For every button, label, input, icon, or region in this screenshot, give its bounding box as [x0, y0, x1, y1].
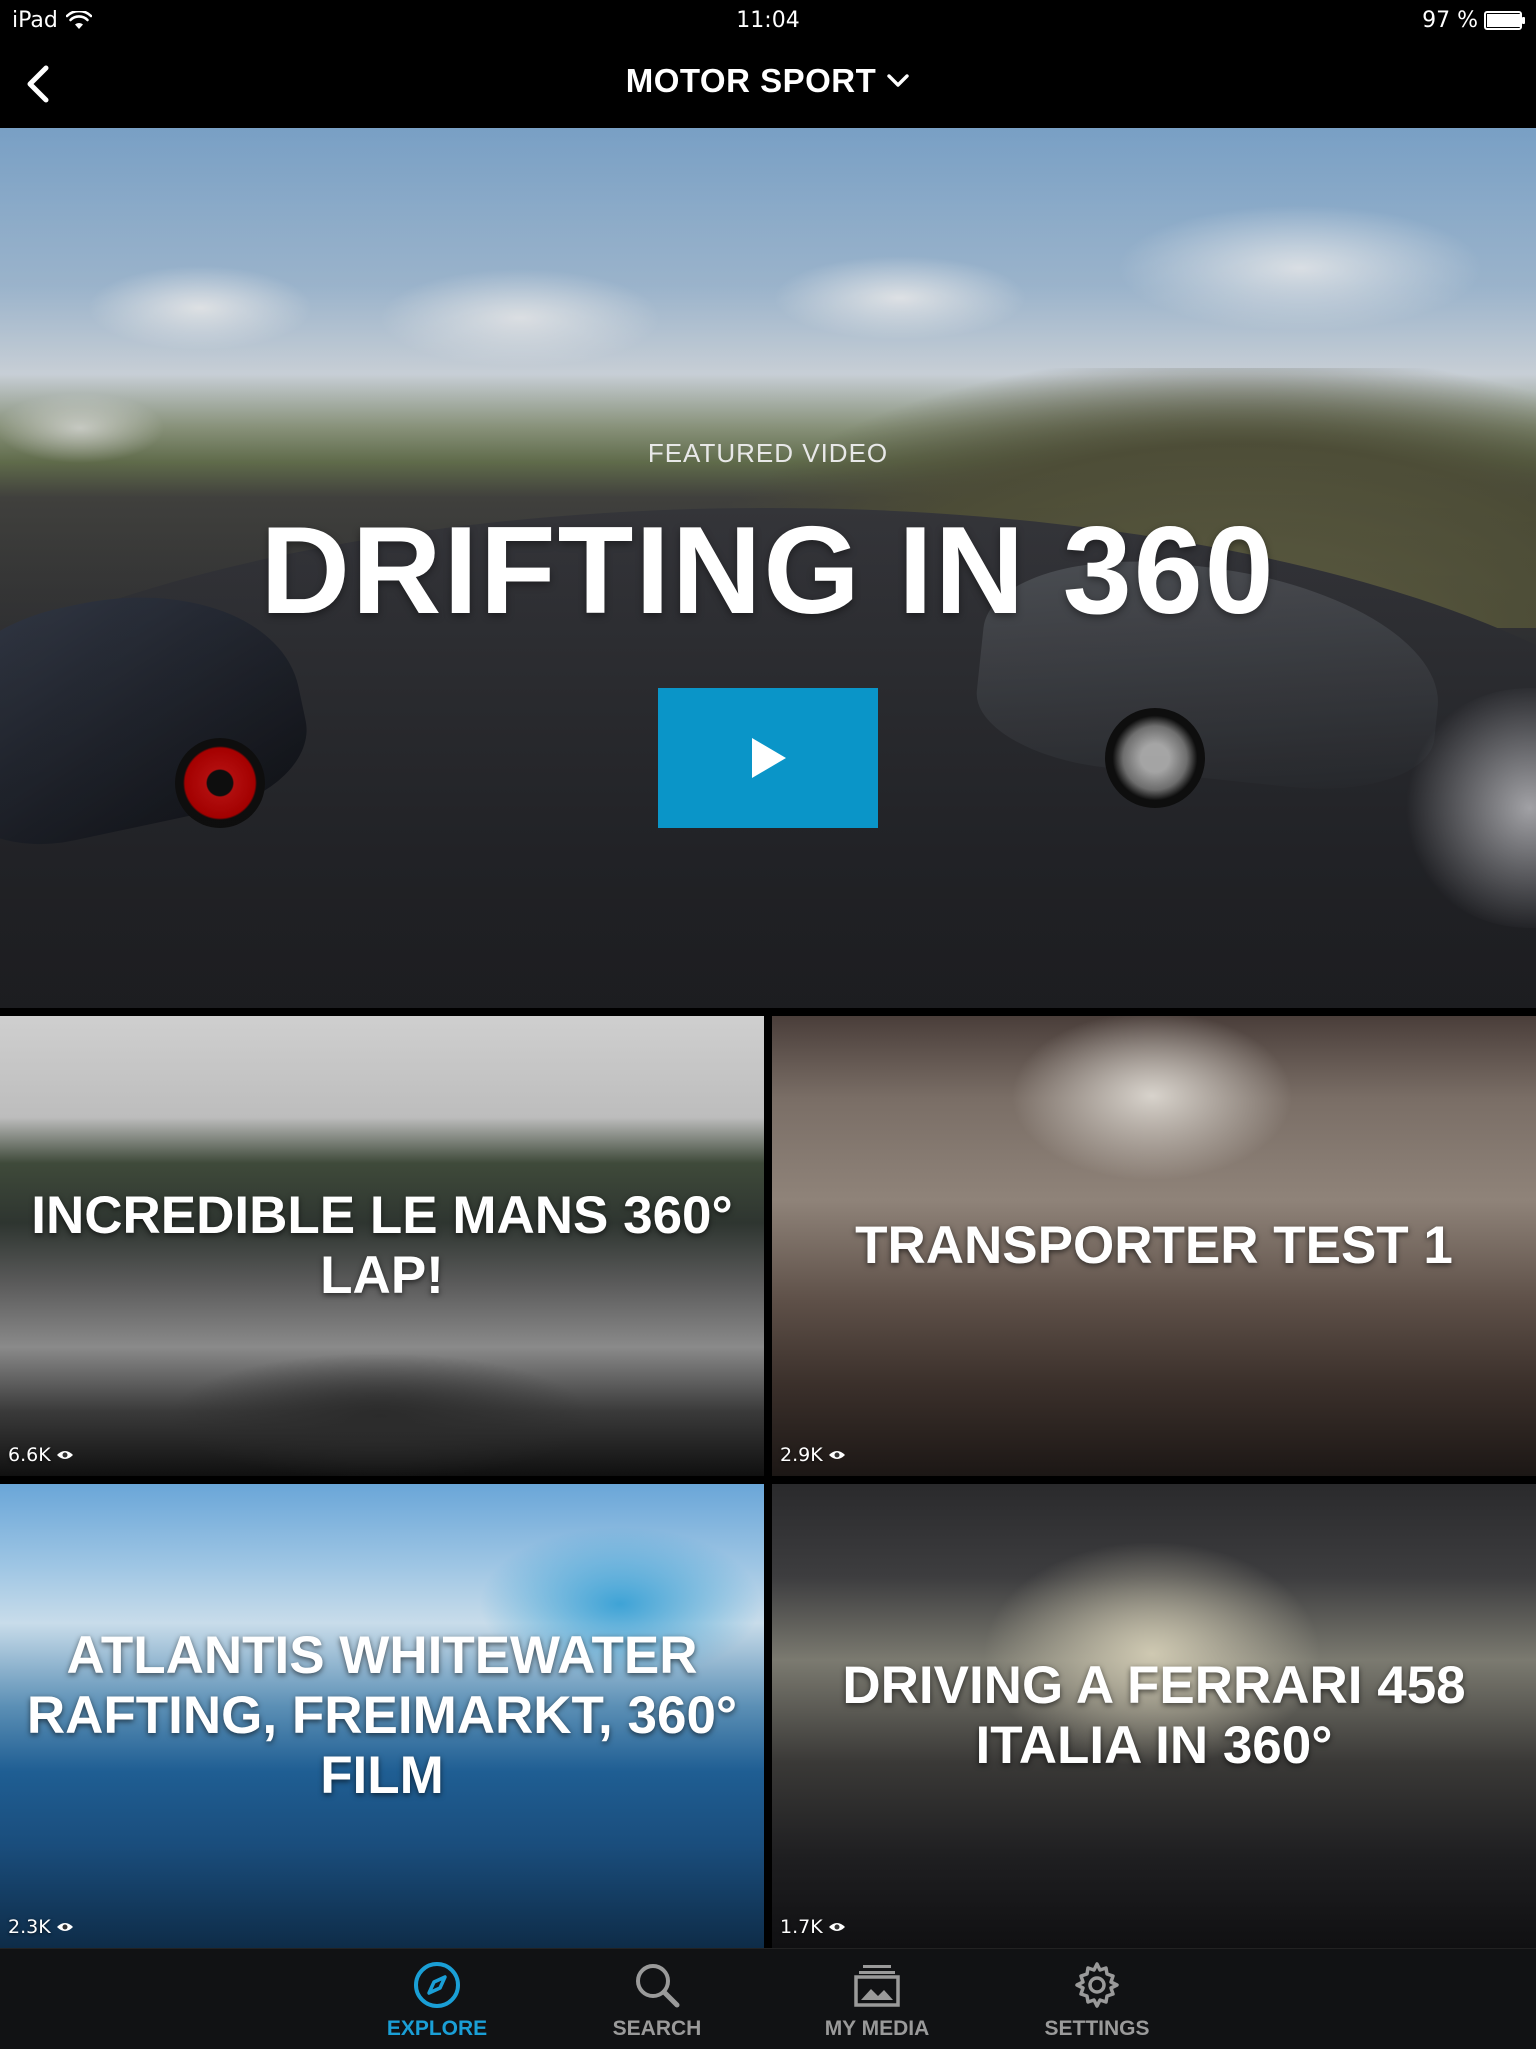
tab-settings-label: SETTINGS	[1044, 2017, 1150, 2040]
status-bar: iPad 11:04 97 %	[0, 0, 1536, 42]
view-count-text: 2.3K	[8, 1916, 51, 1938]
view-count: 1.7K	[780, 1916, 846, 1938]
video-title: TRANSPORTER TEST 1	[855, 1216, 1453, 1275]
compass-icon	[414, 1962, 460, 2008]
play-icon	[752, 738, 786, 778]
battery-level	[1487, 14, 1520, 27]
chevron-down-icon	[887, 74, 909, 87]
category-title: MOTOR SPORT	[0, 62, 1536, 100]
featured-video[interactable]: FEATURED VIDEO DRIFTING IN 360	[0, 128, 1536, 1008]
tab-search-label: SEARCH	[612, 2017, 702, 2040]
battery-icon	[1484, 11, 1525, 30]
tab-bar: EXPLORE SEARCH MY MEDIA SETTINGS	[0, 1948, 1536, 2049]
video-tile[interactable]: DRIVING A FERRARI 458 ITALIA IN 360° 1.7…	[772, 1484, 1536, 1948]
tab-my-media-label: MY MEDIA	[824, 2017, 930, 2040]
view-count: 6.6K	[8, 1444, 74, 1466]
search-icon	[636, 1964, 680, 2008]
tab-explore-label: EXPLORE	[386, 2017, 488, 2040]
video-title: ATLANTIS WHITEWATER RAFTING, FREIMARKT, …	[26, 1626, 738, 1805]
video-tile[interactable]: TRANSPORTER TEST 1 2.9K	[772, 1016, 1536, 1476]
view-count-text: 1.7K	[780, 1916, 823, 1938]
eye-icon	[828, 1923, 845, 1931]
video-title: INCREDIBLE LE MANS 360° LAP!	[31, 1186, 733, 1305]
play-button[interactable]	[658, 688, 878, 828]
view-count: 2.3K	[8, 1916, 74, 1938]
video-tile[interactable]: INCREDIBLE LE MANS 360° LAP! 6.6K	[0, 1016, 764, 1476]
video-title: DRIVING A FERRARI 458 ITALIA IN 360°	[842, 1656, 1466, 1775]
view-count-text: 2.9K	[780, 1444, 823, 1466]
category-title-text: MOTOR SPORT	[625, 62, 877, 99]
view-count-text: 6.6K	[8, 1444, 51, 1466]
eye-icon	[56, 1923, 73, 1931]
category-dropdown[interactable]: MOTOR SPORT	[626, 62, 911, 100]
eye-icon	[828, 1451, 845, 1459]
tab-settings[interactable]: SETTINGS	[1007, 1959, 1187, 2041]
tab-explore[interactable]: EXPLORE	[347, 1959, 527, 2041]
eye-icon	[56, 1451, 73, 1459]
featured-title: DRIFTING IN 360	[260, 502, 1276, 640]
status-right: 97 %	[1422, 8, 1525, 33]
status-time: 11:04	[736, 8, 800, 33]
tab-search[interactable]: SEARCH	[567, 1959, 747, 2041]
featured-label: FEATURED VIDEO	[647, 438, 889, 468]
view-count: 2.9K	[780, 1444, 846, 1466]
media-library-icon	[854, 1965, 900, 2007]
nav-bar: MOTOR SPORT	[0, 42, 1536, 128]
tab-my-media[interactable]: MY MEDIA	[787, 1959, 967, 2041]
video-tile[interactable]: ATLANTIS WHITEWATER RAFTING, FREIMARKT, …	[0, 1484, 764, 1948]
gear-icon	[1075, 1962, 1119, 2008]
battery-percent: 97 %	[1422, 8, 1478, 33]
